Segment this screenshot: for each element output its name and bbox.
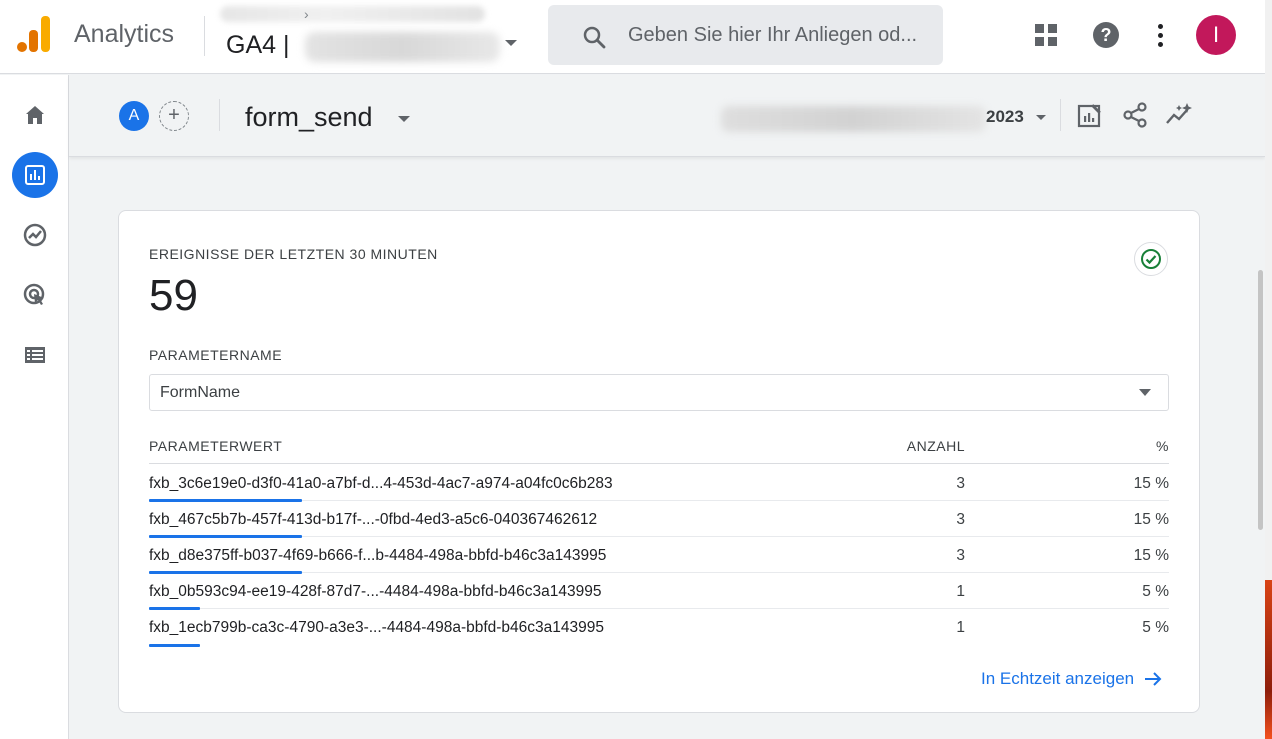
date-range-redacted[interactable] [721, 106, 986, 132]
property-name-redacted[interactable] [305, 32, 500, 62]
row-count: 3 [956, 475, 965, 492]
more-vert-icon[interactable] [1158, 24, 1164, 48]
row-parameter-value: fxb_1ecb799b-ca3c-4790-a3e3-...-4484-498… [149, 619, 605, 636]
row-percent: 15 % [1133, 511, 1169, 528]
caret-down-icon [1139, 389, 1151, 396]
header-divider [204, 16, 205, 56]
caret-down-icon[interactable] [505, 40, 517, 46]
search-icon [583, 26, 606, 49]
row-count: 3 [956, 511, 965, 528]
home-icon [26, 106, 44, 124]
realtime-event-card: EREIGNISSE DER LETZTEN 30 MINUTEN 59 PAR… [118, 210, 1200, 713]
top-app-bar: Analytics › GA4 | ? I [0, 0, 1265, 74]
row-count: 3 [956, 547, 965, 564]
arrow-right-icon [1145, 672, 1162, 686]
header-divider [1060, 99, 1061, 131]
nav-configure[interactable] [12, 332, 58, 378]
parameter-name-label: PARAMETERNAME [149, 347, 283, 363]
parameter-name-select[interactable]: FormName [149, 374, 1169, 411]
account-breadcrumb-redacted[interactable] [220, 6, 485, 22]
comparison-badge[interactable]: A [119, 101, 149, 131]
share-icon[interactable] [1121, 101, 1149, 129]
table-row[interactable]: fxb_3c6e19e0-d3f0-41a0-a7bf-d...4-453d-4… [149, 465, 1169, 502]
row-parameter-value: fxb_467c5b7b-457f-413d-b17f-...-0fbd-4ed… [149, 511, 598, 528]
background-window-edge [1265, 580, 1272, 739]
column-header-value: PARAMETERWERT [149, 438, 283, 454]
share-bar [149, 644, 200, 647]
advertising-icon [23, 283, 45, 305]
help-icon[interactable]: ? [1093, 22, 1119, 48]
metric-label: EREIGNISSE DER LETZTEN 30 MINUTEN [149, 246, 438, 262]
nav-reports[interactable] [12, 152, 58, 198]
row-parameter-value: fxb_3c6e19e0-d3f0-41a0-a7bf-d...4-453d-4… [149, 475, 613, 492]
event-name-title[interactable]: form_send [245, 102, 373, 133]
table-row[interactable]: fxb_d8e375ff-b037-4f69-b666-f...b-4484-4… [149, 537, 1169, 574]
row-percent: 5 % [1142, 619, 1169, 636]
avatar[interactable]: I [1196, 15, 1236, 55]
explore-icon [23, 223, 47, 247]
view-realtime-link[interactable]: In Echtzeit anzeigen [981, 669, 1162, 689]
caret-down-icon[interactable] [398, 116, 410, 122]
parameter-name-value: FormName [160, 384, 241, 401]
nav-explore[interactable] [12, 212, 58, 258]
row-parameter-value: fxb_0b593c94-ee19-428f-87d7-...-4484-498… [149, 583, 602, 600]
column-header-count: ANZAHL [906, 438, 965, 454]
row-percent: 5 % [1142, 583, 1169, 600]
row-percent: 15 % [1133, 475, 1169, 492]
add-comparison-button[interactable]: + [159, 101, 189, 131]
table-row[interactable]: fxb_0b593c94-ee19-428f-87d7-...-4484-498… [149, 573, 1169, 610]
metric-value: 59 [149, 271, 198, 320]
scrollbar-thumb[interactable] [1258, 270, 1263, 530]
nav-advertising[interactable] [12, 272, 58, 318]
header-divider [219, 99, 220, 131]
search-box[interactable] [548, 5, 943, 65]
side-navigation [0, 75, 69, 739]
row-percent: 15 % [1133, 547, 1169, 564]
nav-home[interactable] [12, 92, 58, 138]
analytics-logo[interactable] [17, 16, 51, 52]
property-label[interactable]: GA4 | [226, 31, 289, 60]
customize-report-icon[interactable] [1076, 101, 1104, 129]
caret-down-icon[interactable] [1036, 115, 1046, 120]
date-range-year[interactable]: 2023 [986, 107, 1024, 127]
report-header: A + form_send 2023 [69, 75, 1265, 157]
table-header: PARAMETERWERT ANZAHL % [149, 436, 1169, 464]
chevron-right-icon: › [304, 6, 309, 22]
reports-icon [25, 165, 45, 185]
search-input[interactable] [628, 19, 938, 51]
insights-icon[interactable] [1165, 101, 1193, 129]
column-header-percent: % [1156, 438, 1169, 454]
app-title: Analytics [74, 20, 175, 48]
row-count: 1 [956, 583, 965, 600]
row-count: 1 [956, 619, 965, 636]
status-badge [1134, 242, 1168, 276]
table-row[interactable]: fxb_1ecb799b-ca3c-4790-a3e3-...-4484-498… [149, 609, 1169, 647]
row-parameter-value: fxb_d8e375ff-b037-4f69-b666-f...b-4484-4… [149, 547, 607, 564]
table-row[interactable]: fxb_467c5b7b-457f-413d-b17f-...-0fbd-4ed… [149, 501, 1169, 538]
view-realtime-label: In Echtzeit anzeigen [981, 669, 1135, 688]
check-circle-icon [1141, 249, 1161, 269]
apps-grid-icon[interactable] [1035, 24, 1057, 46]
configure-icon [25, 347, 45, 363]
